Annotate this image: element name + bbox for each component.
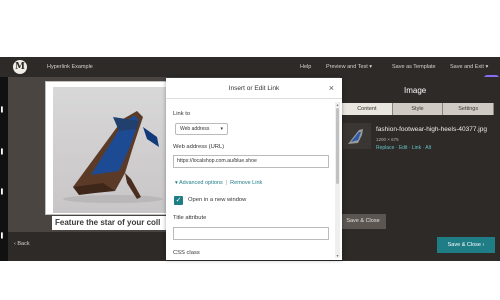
url-label: Web address (URL)	[173, 144, 225, 150]
help-link[interactable]: Help	[300, 64, 311, 70]
scrollbar-thumb[interactable]	[336, 108, 339, 184]
save-close-button[interactable]: Save & Close ›	[437, 237, 495, 253]
save-exit-menu[interactable]: Save and Exit ▾	[450, 64, 488, 70]
caption-text[interactable]: Feature the star of your coll	[52, 216, 168, 230]
tab-style[interactable]: Style	[392, 103, 444, 115]
chevron-right-icon: ›	[480, 242, 485, 248]
top-bar: M Hyperlink Example Help Preview and Tes…	[0, 57, 500, 77]
back-button[interactable]: ‹ Back	[14, 241, 30, 247]
link-to-value: Web address	[180, 126, 210, 132]
tab-content[interactable]: Content	[342, 103, 393, 115]
save-close-button-panel[interactable]: Save & Close	[340, 214, 386, 229]
chevron-down-icon: ▾	[220, 126, 223, 132]
panel-title: Image	[404, 86, 427, 95]
title-attribute-input[interactable]	[173, 227, 329, 240]
image-actions: Replace · Edit · Link · Alt	[376, 145, 432, 151]
image-side-panel	[340, 77, 500, 232]
preview-test-menu[interactable]: Preview and Test ▾	[326, 64, 372, 70]
edge-marker: ▌	[1, 189, 5, 195]
image-dimensions: 1200 × 675	[376, 137, 399, 142]
dialog-header: Insert or Edit Link ×	[166, 78, 342, 99]
image-filename: fashion-footwear-high-heels-40377.jpg	[376, 126, 487, 133]
checkmark-icon: ✓	[175, 197, 182, 204]
title-attribute-label: Title attribute	[173, 215, 207, 221]
link-to-select[interactable]: Web address ▾	[175, 123, 228, 135]
shoe-photo[interactable]	[53, 87, 173, 213]
url-input[interactable]: https://localshop.com.au/blue.shoe	[173, 155, 329, 168]
mailchimp-logo[interactable]: M	[13, 60, 27, 74]
save-template-link[interactable]: Save as Template	[392, 64, 436, 70]
edge-marker: ▌	[1, 107, 5, 113]
edge-marker: ▌	[1, 233, 5, 239]
new-window-label: Open in a new window	[188, 197, 247, 203]
back-label: Back	[17, 241, 30, 247]
image-thumbnail[interactable]	[343, 123, 371, 149]
link-dialog: Insert or Edit Link × Link to Web addres…	[166, 78, 342, 260]
alt-link[interactable]: Alt	[425, 145, 431, 151]
replace-link[interactable]: Replace	[376, 145, 394, 151]
dialog-scrollbar[interactable]: ▴ ▾	[335, 102, 340, 258]
scroll-up-icon[interactable]: ▴	[335, 102, 340, 107]
edit-link[interactable]: Edit	[399, 145, 408, 151]
close-icon[interactable]: ×	[329, 83, 334, 93]
link-to-label: Link to	[173, 111, 191, 117]
new-window-checkbox[interactable]: ✓	[174, 196, 183, 205]
css-class-label: CSS class	[173, 250, 200, 256]
site-name: Hyperlink Example	[47, 64, 93, 70]
save-close-label: Save & Close	[447, 242, 481, 248]
edge-marker: ▌	[1, 149, 5, 155]
tab-settings[interactable]: Settings	[443, 103, 495, 115]
link-link[interactable]: Link	[412, 145, 421, 151]
remove-link-button[interactable]: Remove Link	[230, 180, 262, 186]
panel-tabs: Content Style Settings	[342, 103, 495, 115]
editor-screen: M Hyperlink Example Help Preview and Tes…	[0, 0, 500, 300]
dialog-title: Insert or Edit Link	[228, 85, 280, 92]
advanced-options-link[interactable]: Advanced options	[179, 180, 223, 186]
left-dark-strip: ▌ ▌ ▌ ▌	[0, 77, 8, 261]
advanced-row: ▾ Advanced options | Remove Link	[175, 180, 263, 186]
shoe-thumbnail-icon	[348, 129, 363, 144]
scroll-down-icon[interactable]: ▾	[335, 253, 340, 258]
high-heel-shoe-image	[63, 111, 163, 203]
